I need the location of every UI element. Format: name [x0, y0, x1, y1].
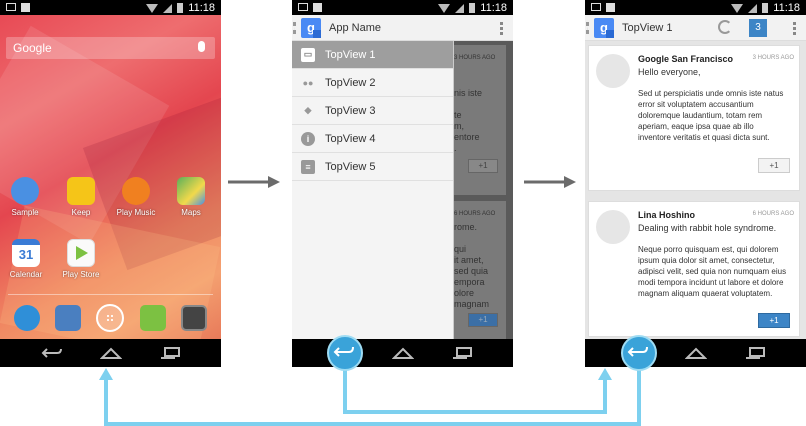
- back-navigation-flow: [99, 335, 657, 426]
- navigation-flow-diagram: 11:18 Google Sample Keep Play Music Maps…: [0, 0, 806, 426]
